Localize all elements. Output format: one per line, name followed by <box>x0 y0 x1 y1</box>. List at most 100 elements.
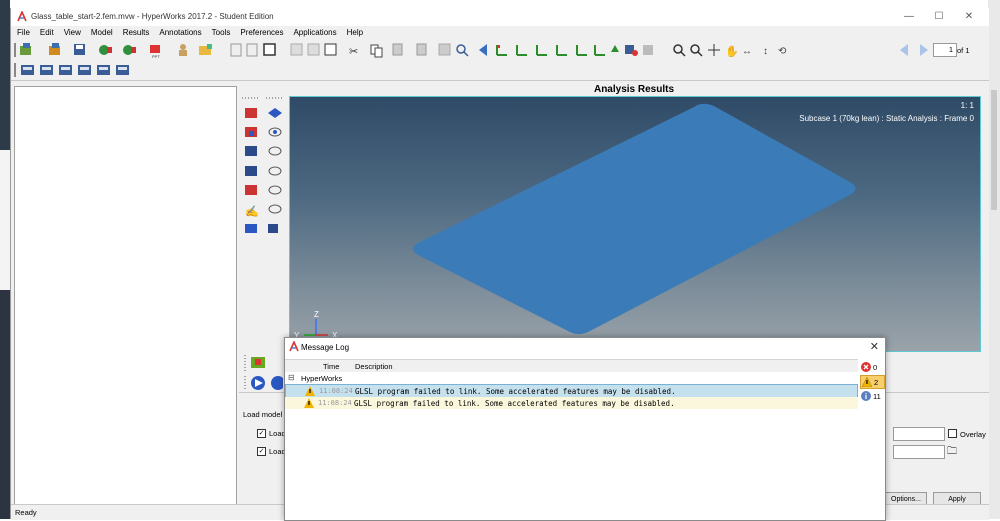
capture-icon[interactable] <box>438 43 451 56</box>
graphics-window[interactable]: 1: 1 Subcase 1 (70kg lean) : Static Anal… <box>289 96 981 352</box>
desktop-right-scrollbar[interactable] <box>988 0 1000 519</box>
zoom-out-icon[interactable] <box>690 44 703 57</box>
save-icon[interactable] <box>74 44 85 55</box>
browser-panel[interactable] <box>14 86 237 506</box>
menu-model[interactable]: Model <box>86 27 118 39</box>
message-row[interactable]: 11:08:24 GLSL program failed to link. So… <box>285 397 858 409</box>
menu-annotations[interactable]: Annotations <box>154 27 206 39</box>
query-icon[interactable]: ✍ <box>245 205 259 218</box>
eye-mask-icon[interactable] <box>268 166 282 176</box>
view-yz-right-icon[interactable] <box>576 45 587 56</box>
message-row[interactable]: 11:08:24 GLSL program failed to link. So… <box>285 384 858 398</box>
zoom-in-icon[interactable] <box>673 44 686 57</box>
eye-iso-icon[interactable] <box>268 185 282 195</box>
page-layout-6-icon[interactable] <box>116 65 129 75</box>
rotate-vertical-icon[interactable]: ↕ <box>763 46 768 57</box>
tree-group-row[interactable]: ⊟ HyperWorks <box>285 372 858 384</box>
menu-view[interactable]: View <box>59 27 86 39</box>
column-time-header[interactable]: Time <box>323 362 339 371</box>
eye-query-icon[interactable] <box>268 204 282 214</box>
menu-help[interactable]: Help <box>342 27 368 39</box>
synchronize-icon[interactable] <box>324 43 337 56</box>
rotate-icon[interactable]: ⟲ <box>778 46 787 57</box>
import-icon[interactable] <box>99 45 112 55</box>
folder-icon[interactable] <box>199 44 212 55</box>
menu-results[interactable]: Results <box>118 27 155 39</box>
message-log-close-button[interactable]: ✕ <box>870 340 879 353</box>
page-layout-2-icon[interactable] <box>40 65 53 75</box>
view-xz-rear-icon[interactable] <box>611 45 619 52</box>
layout-icon[interactable] <box>263 43 276 56</box>
display-options-icon[interactable] <box>268 108 282 118</box>
open-model-icon[interactable] <box>49 43 60 55</box>
rotate-horizontal-icon[interactable]: ↔ <box>742 46 752 57</box>
error-count: 0 <box>873 363 878 372</box>
collapse-icon[interactable]: ⊟ <box>288 373 295 382</box>
center-icon[interactable] <box>708 44 720 56</box>
message-log-titlebar[interactable]: Message Log ✕ <box>285 338 885 356</box>
menu-file[interactable]: File <box>11 27 35 39</box>
page-layout-3-icon[interactable] <box>59 65 72 75</box>
copy-icon[interactable] <box>370 44 383 58</box>
title-bar[interactable]: Glass_table_start-2.fem.mvw - HyperWorks… <box>11 8 989 26</box>
load-model-checkbox[interactable]: ✓ <box>257 429 266 438</box>
view-iso-icon[interactable] <box>496 45 507 56</box>
eye-icon[interactable] <box>268 127 282 137</box>
contour-icon[interactable] <box>245 108 257 118</box>
export-icon[interactable] <box>123 45 136 55</box>
model-file-field[interactable] <box>893 427 945 441</box>
menu-preferences[interactable]: Preferences <box>235 27 288 39</box>
delete-page-icon[interactable] <box>246 43 258 57</box>
glass-plate-model[interactable] <box>413 103 856 335</box>
overlay-checkbox[interactable] <box>948 429 957 438</box>
page-number-input[interactable]: 1 <box>933 43 957 57</box>
page-grid-icon[interactable] <box>290 43 303 56</box>
page-layout-4-icon[interactable] <box>78 65 91 75</box>
error-filter[interactable]: 0 <box>860 361 883 373</box>
user-icon[interactable] <box>179 44 187 56</box>
view-xy-bottom-icon[interactable] <box>536 45 547 56</box>
page-expand-icon[interactable] <box>307 43 320 56</box>
paste-icon[interactable] <box>392 43 403 56</box>
menu-tools[interactable]: Tools <box>207 27 236 39</box>
results-file-field[interactable] <box>893 445 945 459</box>
info-filter[interactable]: 11 <box>860 390 883 402</box>
menu-edit[interactable]: Edit <box>35 27 59 39</box>
page-forward-icon[interactable] <box>920 44 928 56</box>
menu-applications[interactable]: Applications <box>288 27 341 39</box>
deformed-icon[interactable] <box>245 166 257 176</box>
load-results-checkbox[interactable]: ✓ <box>257 447 266 456</box>
view-yz-left-icon[interactable] <box>556 45 567 56</box>
warning-filter[interactable]: 2 <box>860 375 885 389</box>
view-back-icon[interactable] <box>479 44 487 56</box>
ppt-export-icon[interactable]: PPT <box>150 45 160 59</box>
message-log-list[interactable]: ⊟ HyperWorks 11:08:24 GLSL program faile… <box>285 372 858 520</box>
tensor-icon[interactable] <box>245 146 257 156</box>
notes-icon[interactable] <box>268 224 278 233</box>
pan-hand-icon[interactable]: ✋ <box>725 45 739 58</box>
vector-icon[interactable] <box>245 127 257 137</box>
view-xz-front-icon[interactable] <box>594 45 605 56</box>
paste-special-icon[interactable] <box>416 43 427 56</box>
monitor-icon[interactable] <box>245 224 257 233</box>
animation-settings-icon[interactable] <box>251 357 265 368</box>
open-session-icon[interactable] <box>20 43 31 55</box>
view-xy-top-icon[interactable] <box>516 45 527 56</box>
page-layout-1-icon[interactable] <box>21 65 34 75</box>
maximize-button[interactable]: ☐ <box>924 10 954 24</box>
find-icon[interactable] <box>456 44 469 57</box>
file-browser-icon[interactable]: 🗀 <box>947 444 957 461</box>
fit-icon[interactable] <box>643 45 653 55</box>
close-button[interactable]: ✕ <box>954 10 984 24</box>
animation-next-icon[interactable] <box>271 376 283 390</box>
page-back-icon[interactable] <box>900 44 908 56</box>
column-description-header[interactable]: Description <box>355 362 393 371</box>
cut-icon[interactable]: ✂ <box>349 46 358 58</box>
iso-icon[interactable] <box>245 185 257 195</box>
minimize-button[interactable]: — <box>894 10 924 24</box>
add-page-icon[interactable] <box>230 43 242 57</box>
eye-filter-icon[interactable] <box>268 146 282 156</box>
page-layout-5-icon[interactable] <box>97 65 110 75</box>
play-animation-icon[interactable] <box>251 376 265 390</box>
perspective-icon[interactable] <box>625 45 638 56</box>
